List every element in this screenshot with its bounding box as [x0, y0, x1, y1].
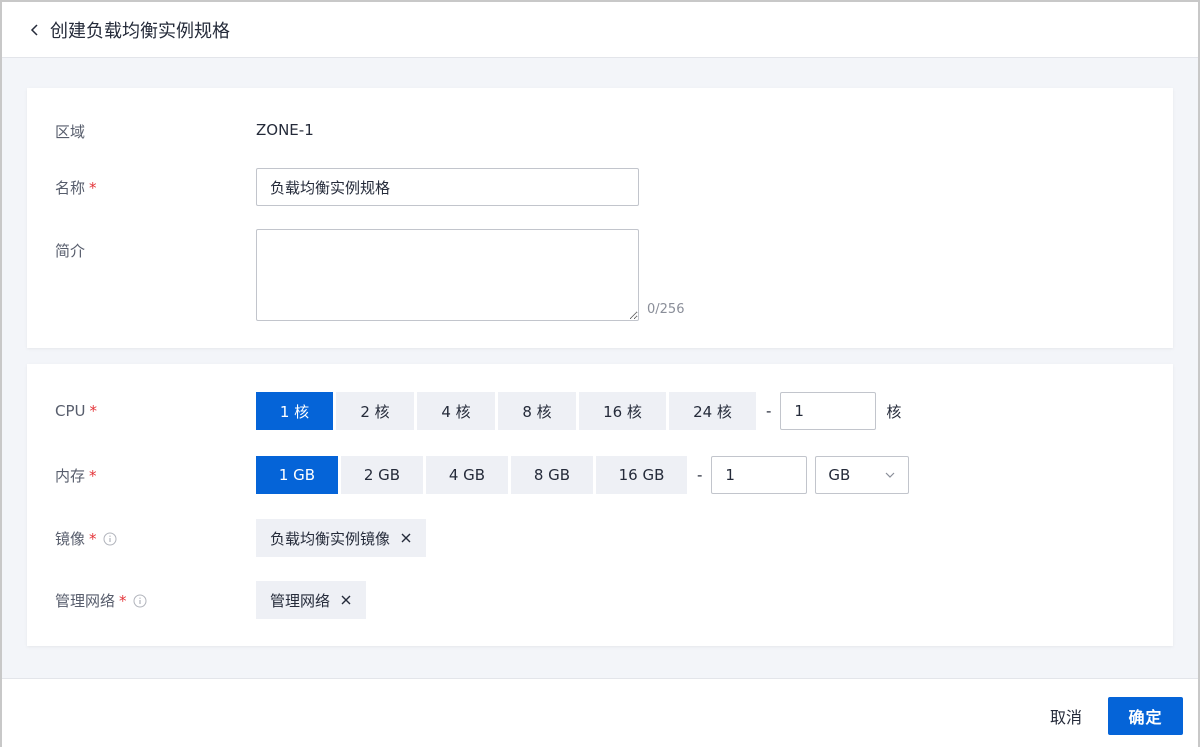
cpu-option-1[interactable]: 1 核: [256, 392, 333, 430]
memory-option-1gb[interactable]: 1 GB: [256, 456, 338, 494]
cpu-unit: 核: [886, 402, 902, 421]
network-tag-label: 管理网络: [270, 591, 331, 610]
memory-unit-select[interactable]: GB: [815, 456, 910, 494]
cpu-option-8[interactable]: 8 核: [498, 392, 576, 430]
network-label: 管理网络 *: [55, 590, 147, 611]
required-mark: *: [89, 529, 97, 548]
range-dash: -: [766, 402, 772, 420]
memory-label: 内存 *: [55, 466, 97, 486]
cpu-custom-input[interactable]: [780, 392, 877, 430]
window: 创建负载均衡实例规格 区域 ZONE-1 名称 * 简介 0/256 CPU *…: [0, 0, 1200, 747]
cpu-option-16[interactable]: 16 核: [579, 392, 666, 430]
required-mark: *: [119, 591, 127, 610]
info-icon[interactable]: [133, 594, 147, 608]
range-dash: -: [697, 466, 703, 484]
required-mark: *: [89, 178, 97, 197]
image-tag: 负载均衡实例镜像: [256, 519, 427, 557]
memory-selector: 1 GB 2 GB 4 GB 8 GB 16 GB - GB: [256, 456, 910, 494]
memory-option-2gb[interactable]: 2 GB: [341, 456, 423, 494]
back-button[interactable]: 创建负载均衡实例规格: [28, 17, 230, 43]
name-input[interactable]: [256, 168, 639, 206]
cpu-label: CPU *: [55, 402, 97, 420]
page-title: 创建负载均衡实例规格: [50, 20, 230, 42]
resource-card: CPU * 1 核 2 核 4 核 8 核 16 核 24 核 - 核 内存 *…: [27, 364, 1173, 646]
image-tag-label: 负载均衡实例镜像: [270, 529, 391, 548]
zone-label: 区域: [55, 123, 86, 141]
confirm-button[interactable]: 确定: [1108, 697, 1183, 735]
required-mark: *: [89, 402, 98, 420]
memory-option-8gb[interactable]: 8 GB: [511, 456, 593, 494]
network-tag: 管理网络: [256, 581, 367, 619]
page-header: 创建负载均衡实例规格: [2, 2, 1198, 58]
name-label: 名称 *: [55, 178, 97, 198]
description-label: 简介: [55, 242, 86, 260]
basic-info-card: 区域 ZONE-1 名称 * 简介 0/256: [27, 88, 1173, 348]
page-footer: 取消 确定: [2, 678, 1198, 747]
description-counter: 0/256: [647, 302, 685, 317]
cpu-selector: 1 核 2 核 4 核 8 核 16 核 24 核 - 核: [256, 392, 901, 430]
close-icon[interactable]: [340, 594, 352, 606]
cancel-button[interactable]: 取消: [1036, 697, 1096, 735]
close-icon[interactable]: [400, 532, 412, 544]
description-textarea[interactable]: [256, 229, 639, 321]
required-mark: *: [89, 466, 97, 485]
cpu-option-24[interactable]: 24 核: [669, 392, 756, 430]
image-label: 镜像 *: [55, 528, 117, 549]
cpu-option-4[interactable]: 4 核: [417, 392, 495, 430]
cpu-option-2[interactable]: 2 核: [336, 392, 414, 430]
chevron-down-icon: [885, 472, 895, 478]
chevron-left-icon: [30, 23, 38, 36]
memory-option-4gb[interactable]: 4 GB: [426, 456, 508, 494]
memory-custom-input[interactable]: [711, 456, 808, 494]
memory-option-16gb[interactable]: 16 GB: [596, 456, 687, 494]
memory-unit-value: GB: [828, 466, 851, 484]
info-icon[interactable]: [103, 532, 117, 546]
zone-value: ZONE-1: [256, 121, 314, 139]
